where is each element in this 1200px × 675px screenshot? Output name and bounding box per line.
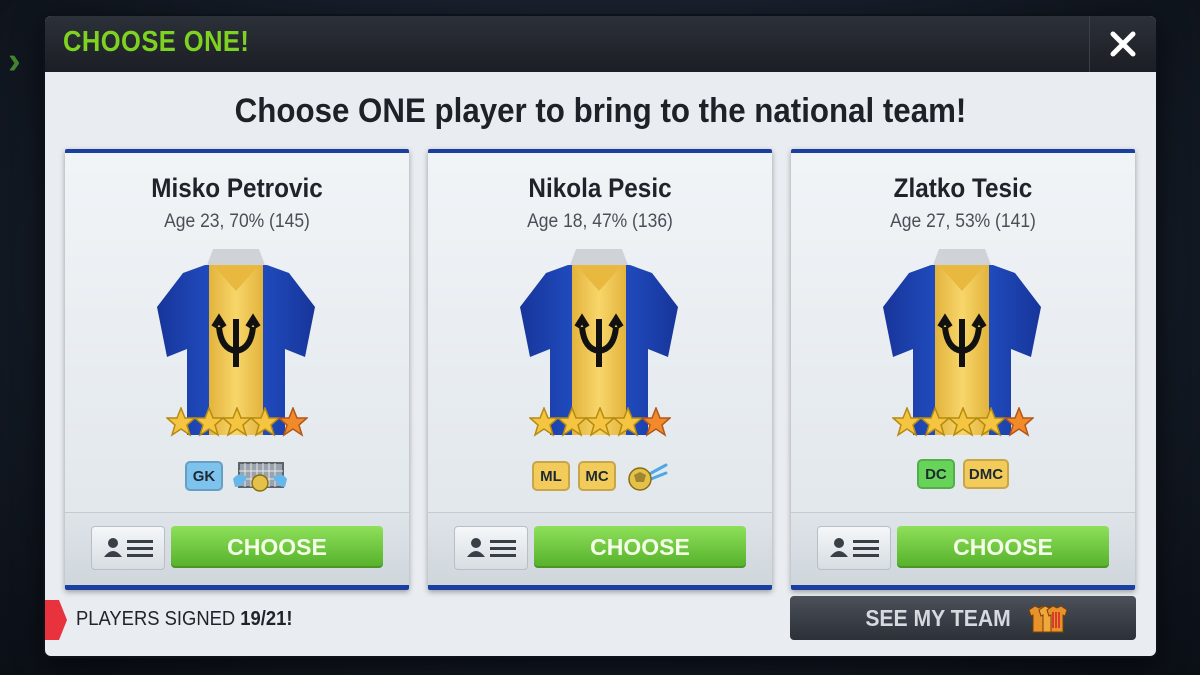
position-badge: ML bbox=[532, 461, 570, 491]
goalkeeper-net-icon bbox=[233, 462, 287, 492]
star-icon bbox=[920, 407, 950, 437]
star-icon bbox=[948, 407, 978, 437]
star-icon bbox=[250, 407, 280, 437]
players-signed-label: PLAYERS SIGNED bbox=[76, 608, 241, 630]
player-name: Misko Petrovic bbox=[151, 173, 323, 203]
close-icon bbox=[1110, 31, 1136, 57]
position-badge: DMC bbox=[962, 459, 1010, 489]
close-button[interactable] bbox=[1089, 16, 1156, 72]
see-my-team-button[interactable]: SEE MY TEAM bbox=[790, 596, 1136, 640]
card-footer: CHOOSE bbox=[428, 512, 772, 585]
red-flag-icon bbox=[45, 600, 67, 640]
star-rating bbox=[428, 407, 772, 437]
star-icon bbox=[892, 407, 922, 437]
player-age-line: Age 27, 53% (141) bbox=[890, 211, 1036, 232]
position-list: DC DMC bbox=[791, 459, 1135, 489]
modal-title: CHOOSE ONE! bbox=[63, 26, 250, 58]
star-icon bbox=[976, 407, 1006, 437]
player-profile-icon bbox=[104, 538, 153, 557]
player-age-line: Age 18, 47% (136) bbox=[527, 211, 673, 232]
star-icon bbox=[529, 407, 559, 437]
player-name: Nikola Pesic bbox=[528, 173, 672, 203]
card-footer: CHOOSE bbox=[65, 512, 409, 585]
card-footer: CHOOSE bbox=[791, 512, 1135, 585]
player-card: Nikola Pesic Age 18, 47% (136) ML MC CHO… bbox=[428, 149, 772, 590]
choose-button[interactable]: CHOOSE bbox=[171, 526, 383, 568]
player-profile-icon bbox=[467, 538, 516, 557]
star-icon bbox=[613, 407, 643, 437]
star-icon bbox=[641, 407, 671, 437]
player-age-line: Age 23, 70% (145) bbox=[164, 211, 310, 232]
player-profile-button[interactable] bbox=[454, 526, 528, 570]
headline: Choose ONE player to bring to the nation… bbox=[234, 92, 967, 130]
star-icon bbox=[278, 407, 308, 437]
position-badge: MC bbox=[578, 461, 616, 491]
player-profile-button[interactable] bbox=[91, 526, 165, 570]
star-icon bbox=[557, 407, 587, 437]
position-badge: DC bbox=[916, 459, 955, 489]
choose-button[interactable]: CHOOSE bbox=[534, 526, 746, 568]
star-icon bbox=[585, 407, 615, 437]
star-icon bbox=[222, 407, 252, 437]
position-badge: GK bbox=[185, 461, 223, 491]
star-rating bbox=[791, 407, 1135, 437]
star-icon bbox=[166, 407, 196, 437]
see-my-team-label: SEE MY TEAM bbox=[865, 604, 1011, 631]
player-card: Zlatko Tesic Age 27, 53% (141) DC DMC CH… bbox=[791, 149, 1135, 590]
players-signed-status: PLAYERS SIGNED 19/21! bbox=[76, 608, 292, 631]
player-profile-icon bbox=[830, 538, 879, 557]
background-chevron: › bbox=[8, 40, 21, 82]
star-icon bbox=[1004, 407, 1034, 437]
player-profile-button[interactable] bbox=[817, 526, 891, 570]
choose-button[interactable]: CHOOSE bbox=[897, 526, 1109, 568]
player-card: Misko Petrovic Age 23, 70% (145) GK CHOO… bbox=[65, 149, 409, 590]
star-rating bbox=[65, 407, 409, 437]
choose-one-modal: CHOOSE ONE! Choose ONE player to bring t… bbox=[45, 16, 1156, 656]
position-list: GK bbox=[65, 459, 409, 493]
kicked-ball-icon bbox=[628, 463, 668, 491]
position-list: ML MC bbox=[428, 459, 772, 493]
star-icon bbox=[194, 407, 224, 437]
team-shirts-icon bbox=[1028, 605, 1068, 633]
modal-header: CHOOSE ONE! bbox=[45, 16, 1156, 72]
players-signed-count: 19/21! bbox=[240, 608, 293, 630]
player-name: Zlatko Tesic bbox=[893, 173, 1033, 203]
